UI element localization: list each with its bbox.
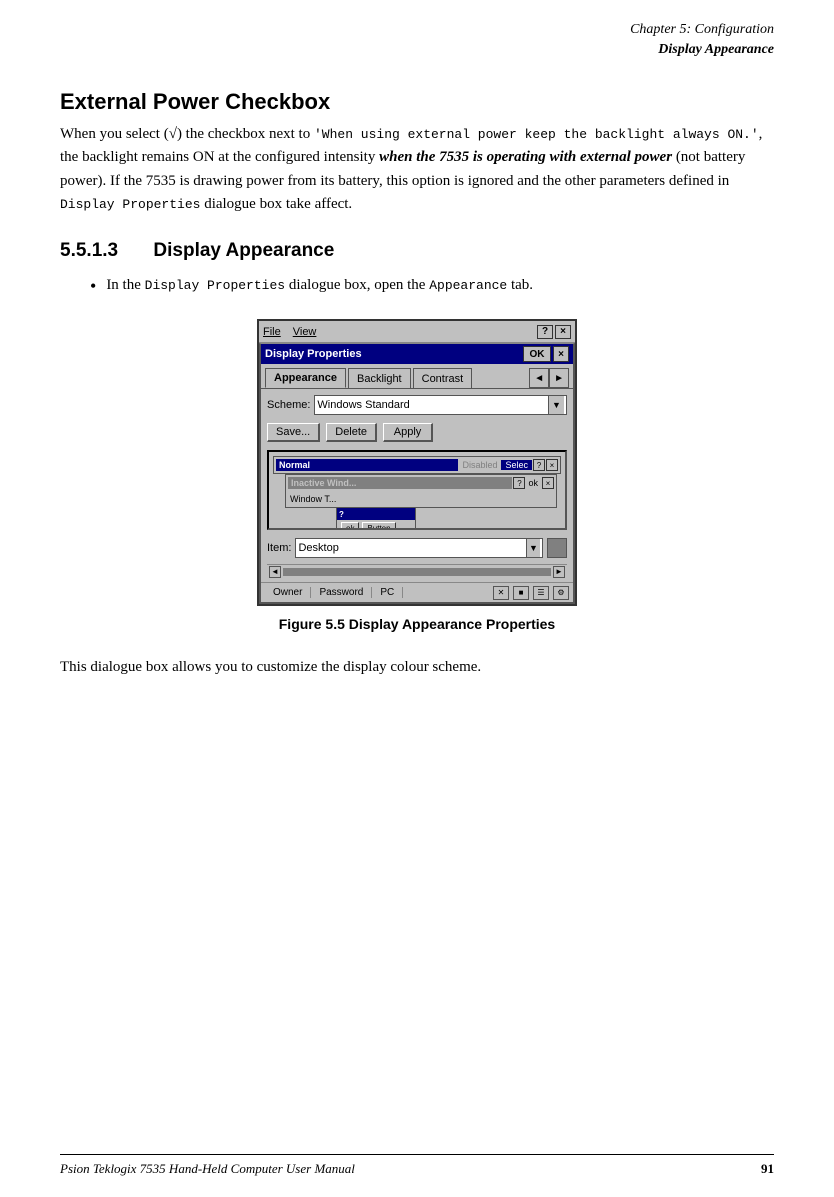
- preview-window-text: Window T...: [290, 494, 336, 504]
- mono-text-1: 'When using external power keep the back…: [314, 127, 759, 142]
- apply-button[interactable]: Apply: [383, 423, 433, 442]
- scroll-left-btn[interactable]: ◄: [269, 566, 281, 578]
- preview-inactive-titlebar: Inactive Wind... ? ok ×: [286, 475, 556, 491]
- item-row: Item: Desktop ▼: [261, 534, 573, 562]
- bullet-mono-1: Display Properties: [145, 278, 285, 293]
- dialog-wrapper: File View ? × Display Properties OK ×: [257, 319, 577, 606]
- scheme-label: Scheme:: [267, 399, 310, 411]
- preview-inactive-help-btn[interactable]: ?: [513, 477, 525, 489]
- status-icon-4: ⚙: [553, 586, 569, 600]
- section-title-header: Display Appearance: [60, 40, 774, 60]
- footer-left: Psion Teklogix 7535 Hand-Held Computer U…: [60, 1161, 355, 1177]
- tab-scroll-left[interactable]: ◄: [529, 368, 549, 388]
- status-icon-1: ✕: [493, 586, 509, 600]
- section-heading-title: Display Appearance: [153, 240, 334, 261]
- scheme-row: Scheme: Windows Standard ▼: [261, 389, 573, 419]
- scheme-dropdown-arrow[interactable]: ▼: [548, 396, 564, 414]
- footer-right: 91: [761, 1161, 774, 1177]
- preview-msg-button-btn[interactable]: Button: [362, 522, 395, 530]
- item-label: Item:: [267, 542, 291, 554]
- item-value: Desktop: [298, 542, 338, 554]
- tab-contrast[interactable]: Contrast: [413, 368, 473, 388]
- menu-view[interactable]: View: [293, 326, 317, 338]
- dp-title-text: Display Properties: [265, 348, 521, 360]
- status-icons: ✕ ■ ☰ ⚙: [493, 586, 569, 600]
- section-heading-513: 5.5.1.3 Display Appearance: [60, 240, 774, 262]
- dp-close-button[interactable]: ×: [553, 346, 569, 362]
- outer-help-button[interactable]: ?: [537, 325, 553, 339]
- preview-inactive-ok: ok: [525, 478, 541, 488]
- preview-window-text-row: Window T... ? ok Button: [286, 491, 556, 507]
- preview-msg-ok-btn[interactable]: ok: [341, 522, 359, 530]
- status-pc: PC: [372, 587, 403, 598]
- bullet-text-3: tab.: [507, 277, 533, 293]
- delete-button[interactable]: Delete: [326, 423, 377, 442]
- scroll-track[interactable]: [283, 568, 551, 576]
- status-password: Password: [311, 587, 372, 598]
- external-power-paragraph: When you select (√) the checkbox next to…: [60, 123, 774, 216]
- preview-help-btn[interactable]: ?: [533, 459, 545, 471]
- preview-msg-titlebar: ?: [337, 508, 415, 520]
- preview-selected-label: Selec: [501, 460, 532, 470]
- menu-file[interactable]: File: [263, 326, 281, 338]
- mono-text-2: Display Properties: [60, 197, 200, 212]
- tab-scroll-right[interactable]: ►: [549, 368, 569, 388]
- status-icon-3: ☰: [533, 586, 549, 600]
- preview-disabled-label: Disabled: [458, 460, 501, 470]
- outer-titlebar: File View ? ×: [259, 321, 575, 343]
- figure-container: File View ? × Display Properties OK ×: [60, 319, 774, 632]
- status-bar: Owner Password PC ✕ ■ ☰ ⚙: [261, 582, 573, 602]
- preview-normal-label: Normal: [276, 459, 458, 471]
- scheme-dropdown[interactable]: Windows Standard ▼: [314, 395, 567, 415]
- scheme-value: Windows Standard: [317, 399, 548, 411]
- page-header: Chapter 5: Configuration Display Appeara…: [60, 20, 774, 59]
- outer-close-button[interactable]: ×: [555, 325, 571, 339]
- bullet-dot: •: [90, 274, 96, 299]
- dp-titlebar: Display Properties OK ×: [261, 344, 573, 364]
- scroll-right-btn[interactable]: ►: [553, 566, 565, 578]
- tab-backlight[interactable]: Backlight: [348, 368, 411, 388]
- bullet-content: In the Display Properties dialogue box, …: [106, 274, 533, 297]
- figure-caption: Figure 5.5 Display Appearance Properties: [279, 616, 555, 632]
- page-footer: Psion Teklogix 7535 Hand-Held Computer U…: [60, 1154, 774, 1177]
- bullet-item-1: • In the Display Properties dialogue box…: [90, 274, 774, 299]
- color-preview-area: Normal Disabled Selec ? × Inactive Wind.…: [267, 450, 567, 530]
- preview-inactive-label: Inactive Wind...: [288, 477, 512, 489]
- section-title-external-power: External Power Checkbox: [60, 89, 774, 115]
- closing-paragraph: This dialogue box allows you to customiz…: [60, 656, 774, 679]
- para-text-1: When you select (√) the checkbox next to: [60, 126, 314, 142]
- chapter-title: Chapter 5: Configuration: [60, 20, 774, 40]
- preview-inactive-window: Inactive Wind... ? ok × Window T... ?: [285, 474, 557, 508]
- bullet-text-2: dialogue box, open the: [285, 277, 429, 293]
- preview-msg-btn-row: ok Button: [337, 520, 415, 530]
- menu-bar: File View: [263, 326, 316, 338]
- section-number: 5.5.1.3: [60, 240, 118, 261]
- save-button[interactable]: Save...: [267, 423, 320, 442]
- item-dropdown[interactable]: Desktop ▼: [295, 538, 543, 558]
- item-color-swatch[interactable]: [547, 538, 567, 558]
- bottom-scrollbar: ◄ ►: [267, 564, 567, 578]
- item-dropdown-arrow[interactable]: ▼: [526, 539, 540, 557]
- status-owner: Owner: [265, 587, 311, 598]
- preview-sub-window: Normal Disabled Selec ? ×: [273, 456, 561, 474]
- display-properties-dialog: Display Properties OK × Appearance Backl…: [259, 343, 575, 604]
- bullet-mono-2: Appearance: [429, 278, 507, 293]
- preview-normal-titlebar: Normal Disabled Selec ? ×: [274, 457, 560, 473]
- tab-appearance[interactable]: Appearance: [265, 368, 346, 388]
- status-icon-2: ■: [513, 586, 529, 600]
- preview-inactive-close-btn[interactable]: ×: [542, 477, 554, 489]
- dp-ok-button[interactable]: OK: [523, 346, 551, 362]
- tabs-row: Appearance Backlight Contrast ◄ ►: [261, 364, 573, 389]
- bullet-text-1: In the: [106, 277, 144, 293]
- bold-italic-text: when the 7535 is operating with external…: [379, 149, 672, 165]
- buttons-row: Save... Delete Apply: [261, 419, 573, 446]
- preview-msg-box: ? ok Button: [336, 507, 416, 530]
- para-text-4: dialogue box take affect.: [200, 196, 352, 212]
- preview-close-btn[interactable]: ×: [546, 459, 558, 471]
